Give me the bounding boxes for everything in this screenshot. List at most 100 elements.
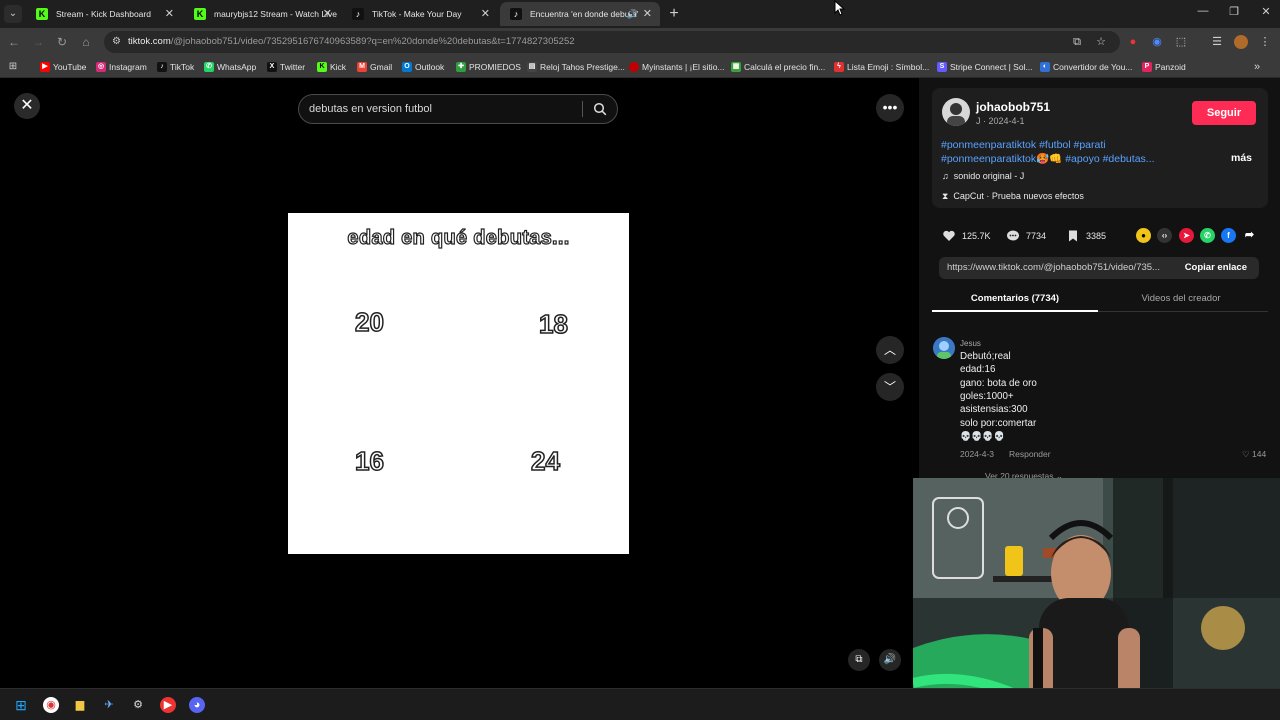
- tab-maurybjs12-stream[interactable]: K maurybjs12 Stream - Watch Live ✕: [184, 2, 340, 26]
- vscode-icon[interactable]: ✈: [101, 697, 117, 713]
- commenter-avatar[interactable]: [933, 337, 955, 359]
- whatsapp-share-icon[interactable]: ✆: [1200, 228, 1215, 243]
- search-icon[interactable]: [593, 102, 607, 116]
- video-option-20: 20: [354, 306, 384, 338]
- forward-icon[interactable]: →: [30, 34, 46, 50]
- bookmark-reloj[interactable]: ▤ Reloj Tahos Prestige...: [527, 60, 625, 74]
- video-frame[interactable]: edad en qué debutas... 20 18 16 24: [288, 213, 629, 554]
- coin-share-icon[interactable]: ●: [1136, 228, 1151, 243]
- bookmark-youtube[interactable]: ▶ YouTube: [40, 60, 86, 74]
- bookmark-twitter[interactable]: X Twitter: [267, 60, 305, 74]
- reading-list-icon[interactable]: ☰: [1210, 35, 1224, 49]
- sound-label: sonido original - J: [953, 171, 1025, 181]
- follow-button[interactable]: Seguir: [1192, 101, 1256, 125]
- comment-button[interactable]: 7734: [1006, 229, 1046, 243]
- chrome-icon[interactable]: ◉: [43, 697, 59, 713]
- bookmark-tiktok[interactable]: ♪ TikTok: [157, 60, 194, 74]
- close-tab-icon[interactable]: ✕: [481, 2, 490, 26]
- reload-icon[interactable]: ↻: [54, 34, 70, 50]
- bookmark-label: Reloj Tahos Prestige...: [540, 62, 625, 72]
- copy-link-button[interactable]: Copiar enlace: [1185, 257, 1247, 279]
- bookmark-kick[interactable]: K Kick: [317, 60, 346, 74]
- search-query-text: debutas en version futbol: [309, 103, 432, 115]
- tab-tiktok-search-active[interactable]: ♪ Encuentra 'en donde debuta' 🔊 ✕: [500, 2, 660, 26]
- bookmark-gmail[interactable]: M Gmail: [357, 60, 392, 74]
- back-icon[interactable]: ←: [6, 34, 22, 50]
- player-left-backdrop: [0, 80, 288, 688]
- comment-author[interactable]: Jesus: [960, 339, 981, 348]
- tab-kick-dashboard[interactable]: K Stream - Kick Dashboard ✕: [26, 2, 182, 26]
- windows-start-icon[interactable]: ⊞: [13, 697, 29, 713]
- save-button[interactable]: 3385: [1066, 229, 1106, 243]
- close-tab-icon[interactable]: ✕: [165, 2, 174, 26]
- discord-icon[interactable]: ◕: [189, 697, 205, 713]
- tab-comments[interactable]: Comentarios (7734): [932, 288, 1098, 312]
- send-icon[interactable]: ➤: [1179, 228, 1194, 243]
- effect-link[interactable]: ⧗ CapCut · Prueba nuevos efectos: [942, 191, 1084, 202]
- volume-icon[interactable]: 🔊: [879, 649, 901, 671]
- site-info-icon[interactable]: ⚙: [112, 36, 121, 47]
- like-button[interactable]: 125.7K: [942, 229, 991, 243]
- creator-avatar[interactable]: [942, 98, 970, 126]
- profile-avatar[interactable]: [1234, 35, 1248, 49]
- install-app-icon[interactable]: ⧉: [1070, 35, 1084, 49]
- sound-link[interactable]: ♫ sonido original - J: [942, 171, 1024, 181]
- home-icon[interactable]: ⌂: [78, 34, 94, 50]
- new-tab-button[interactable]: +: [664, 4, 684, 24]
- extension-audio-icon[interactable]: ◉: [1150, 35, 1164, 49]
- bookmark-panzoid[interactable]: P Panzoid: [1142, 60, 1186, 74]
- next-video-button[interactable]: ﹀: [876, 373, 904, 401]
- previous-video-button[interactable]: ︿: [876, 336, 904, 364]
- minimize-button[interactable]: —: [1193, 5, 1213, 17]
- tab-search-button[interactable]: ⌄: [4, 5, 22, 23]
- tab-tiktok-home[interactable]: ♪ TikTok - Make Your Day ✕: [342, 2, 498, 26]
- settings-gear-icon[interactable]: ⚙: [130, 697, 146, 713]
- share-arrow-icon[interactable]: ➦: [1242, 228, 1257, 243]
- url-host: tiktok.com: [128, 36, 171, 47]
- close-tab-icon[interactable]: ✕: [323, 2, 332, 26]
- file-explorer-icon[interactable]: ▆: [72, 697, 88, 713]
- post-description[interactable]: #ponmeenparatiktok #futbol #parati #ponm…: [941, 138, 1201, 166]
- picture-in-picture-icon[interactable]: ⧉: [848, 649, 870, 671]
- bookmark-convertidor[interactable]: ◐ Convertidor de You...: [1040, 60, 1132, 74]
- reply-button[interactable]: Responder: [1009, 449, 1051, 459]
- tab-creator-videos[interactable]: Videos del creador: [1098, 288, 1264, 310]
- browser-menu-icon[interactable]: ⋮: [1258, 35, 1272, 49]
- comment-like-button[interactable]: ♡ 144: [1242, 449, 1266, 460]
- extensions-puzzle-icon[interactable]: ⬚: [1174, 35, 1188, 49]
- panel-tabs: Comentarios (7734) Videos del creador: [932, 288, 1268, 312]
- bookmark-myinstants[interactable]: Myinstants | ¡El sitio...: [629, 60, 725, 74]
- apps-grid-icon[interactable]: ⊞: [6, 60, 20, 74]
- tab-title: TikTok - Make Your Day: [372, 9, 462, 19]
- address-bar[interactable]: ⚙ tiktok.com/@johaobob751/video/73529516…: [104, 31, 1120, 53]
- bookmark-calcula[interactable]: ▦ Calculá el precio fin...: [731, 60, 825, 74]
- more-bookmarks-icon[interactable]: »: [1250, 60, 1264, 74]
- share-link-text[interactable]: https://www.tiktok.com/@johaobob751/vide…: [947, 257, 1171, 279]
- effect-label: CapCut · Prueba nuevos efectos: [953, 191, 1084, 201]
- comment-text-line: 💀💀💀💀: [960, 431, 1005, 441]
- bookmark-instagram[interactable]: ◎ Instagram: [96, 60, 147, 74]
- youtube-icon: ▶: [40, 62, 50, 72]
- bookmark-stripe[interactable]: S Stripe Connect | Sol...: [937, 60, 1033, 74]
- bookmark-promiedos[interactable]: ✚ PROMIEDOS: [456, 60, 521, 74]
- avatar-image: [933, 337, 955, 359]
- comment-count: 7734: [1026, 231, 1047, 241]
- facebook-share-icon[interactable]: f: [1221, 228, 1236, 243]
- url-text: tiktok.com/@johaobob751/video/7352951676…: [128, 31, 575, 53]
- close-tab-icon[interactable]: ✕: [643, 2, 652, 26]
- close-player-button[interactable]: ✕: [14, 93, 40, 119]
- maximize-button[interactable]: ❐: [1224, 5, 1244, 18]
- more-options-button[interactable]: •••: [876, 94, 904, 122]
- speaker-icon[interactable]: 🔊: [627, 2, 638, 26]
- embed-icon[interactable]: ‹›: [1157, 228, 1172, 243]
- bookmark-outlook[interactable]: O Outlook: [402, 60, 444, 74]
- bookmark-whatsapp[interactable]: ✆ WhatsApp: [204, 60, 256, 74]
- search-input[interactable]: debutas en version futbol: [298, 94, 618, 124]
- bookmark-star-icon[interactable]: ☆: [1094, 35, 1108, 49]
- creator-username[interactable]: johaobob751: [976, 100, 1050, 114]
- extension-record-icon[interactable]: ●: [1126, 35, 1140, 49]
- media-player-icon[interactable]: ▶: [160, 697, 176, 713]
- close-window-button[interactable]: ✕: [1256, 5, 1276, 18]
- expand-description-button[interactable]: más: [1231, 152, 1252, 164]
- bookmark-lista-emoji[interactable]: ϟ Lista Emoji : Símbol...: [834, 60, 929, 74]
